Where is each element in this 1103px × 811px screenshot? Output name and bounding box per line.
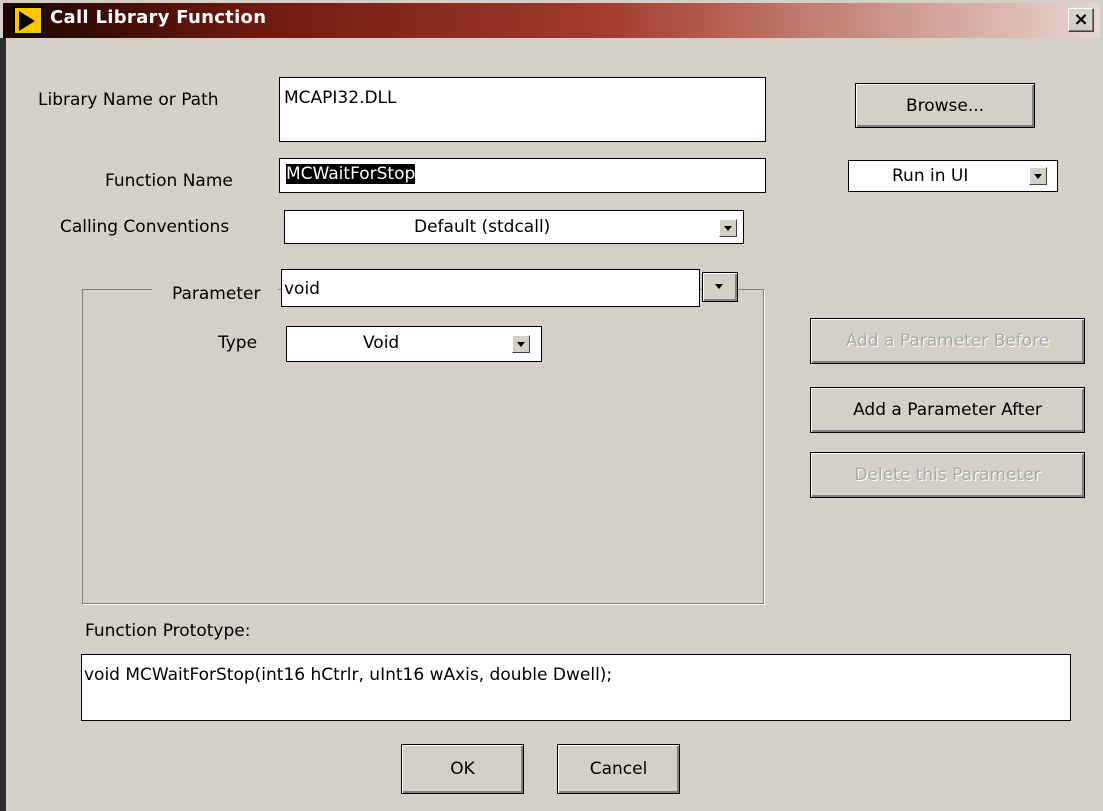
calling-conventions-value: Default (stdcall) [414,217,551,237]
library-label: Library Name or Path [38,90,219,110]
browse-button[interactable]: Browse... [855,83,1035,128]
add-parameter-after-button[interactable]: Add a Parameter After [810,387,1085,433]
add-parameter-before-button[interactable]: Add a Parameter Before [810,318,1085,364]
chevron-down-icon[interactable] [512,335,530,353]
ok-button[interactable]: OK [401,744,524,794]
calling-conventions-label: Calling Conventions [60,217,230,237]
function-prototype-label: Function Prototype: [85,621,251,641]
parameter-label: Parameter [172,284,261,304]
type-label: Type [218,333,258,353]
function-name-label: Function Name [105,171,233,191]
chevron-down-icon [711,278,729,296]
close-button[interactable]: × [1068,8,1094,32]
cancel-button[interactable]: Cancel [557,744,680,794]
app-icon [13,6,43,35]
run-mode-value: Run in UI [892,166,969,186]
run-mode-select[interactable]: Run in UI [848,160,1058,192]
parameter-field[interactable]: void [281,269,700,307]
function-name-field[interactable]: MCWaitForStop [279,158,766,193]
calling-conventions-select[interactable]: Default (stdcall) [284,210,744,244]
function-prototype-field: void MCWaitForStop(int16 hCtrlr, uInt16 … [81,654,1071,721]
chevron-down-icon[interactable] [719,219,737,237]
function-name-value: MCWaitForStop [286,164,416,184]
chevron-down-icon[interactable] [1029,167,1047,185]
type-value: Void [363,333,400,353]
window-title: Call Library Function [50,7,267,28]
delete-parameter-button[interactable]: Delete this Parameter [810,452,1085,498]
parameter-dropdown-button[interactable] [702,272,738,302]
library-path-field[interactable]: MCAPI32.DLL [279,77,766,142]
type-select[interactable]: Void [286,326,542,362]
